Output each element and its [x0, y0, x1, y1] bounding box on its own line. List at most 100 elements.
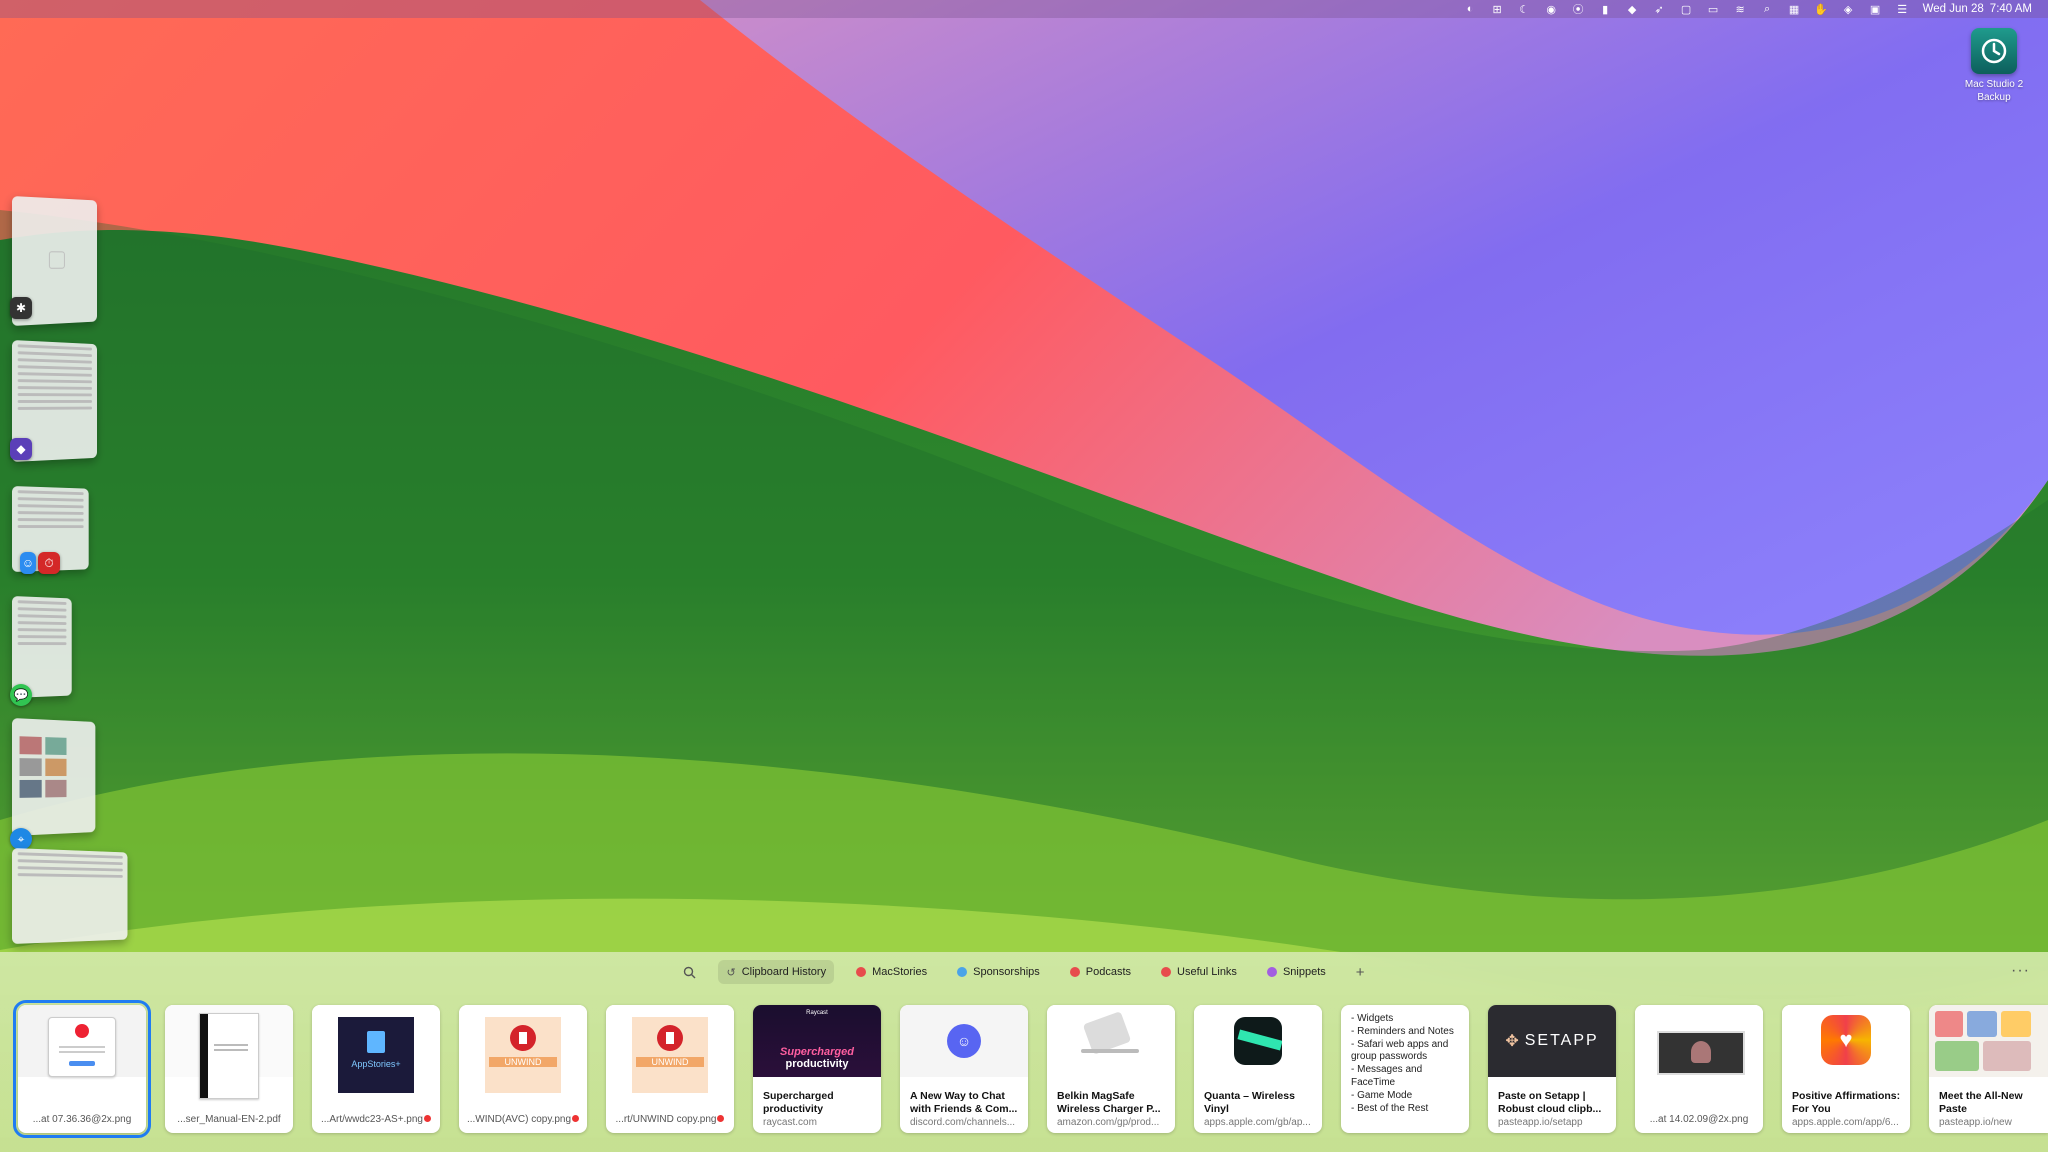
clip-card[interactable]: ✥ SETAPP Paste on Setapp | Robust cloud … [1488, 1005, 1616, 1133]
desktop-drive-icon[interactable]: Mac Studio 2 Backup [1955, 24, 2033, 104]
clip-text: - Widgets - Reminders and Notes - Safari… [1351, 1013, 1454, 1114]
more-options-button[interactable]: ··· [2011, 962, 2030, 980]
toggle-icon[interactable]: ▭ [1707, 3, 1720, 16]
pinboard-macstories[interactable]: MacStories [848, 960, 935, 984]
drive-label-line1: Mac Studio 2 [1964, 79, 2024, 90]
clip-url: pasteapp.io/setapp [1498, 1117, 1583, 1128]
menu-bar: ◐ ⊞ ☾ ◉ ⦿ ▮ ◆ ➶ ▢ ▭ ≋ ⌕ ▦ ✋ ◈ ▣ ☰ Wed Ju… [0, 0, 2048, 18]
clip-card[interactable]: ...ser_Manual-EN-2.pdf [165, 1005, 293, 1133]
clip-card[interactable]: ☺ A New Way to Chat with Friends & Com..… [900, 1005, 1028, 1133]
time-machine-icon [1971, 28, 2017, 74]
moon-icon[interactable]: ☾ [1518, 3, 1531, 16]
paste-search-button[interactable] [675, 960, 704, 984]
clip-card[interactable]: Raycast Supercharged productivity Superc… [753, 1005, 881, 1133]
add-pinboard-button[interactable]: + [1348, 960, 1373, 984]
clip-card[interactable]: ♥ Positive Affirmations: For You apps.ap… [1782, 1005, 1910, 1133]
quanta-icon [1234, 1017, 1282, 1065]
discord-icon: ☺ [947, 1024, 981, 1058]
clip-filename: ...ser_Manual-EN-2.pdf [177, 1114, 281, 1125]
clip-title: Meet the All-New Paste [1939, 1090, 2023, 1115]
clip-thumbnail [1635, 1005, 1763, 1077]
thumb-line2: productivity [785, 1058, 849, 1070]
pinboard-color-dot [957, 967, 968, 977]
app-icon-dark: ✱ [10, 297, 32, 319]
pinboard-snippets[interactable]: Snippets [1259, 960, 1334, 984]
clip-card[interactable]: ...at 14.02.09@2x.png [1635, 1005, 1763, 1133]
clip-title: Positive Affirmations: For You [1792, 1090, 1901, 1115]
search-icon [684, 966, 696, 978]
record-icon[interactable]: ⦿ [1572, 3, 1585, 16]
pinboard-useful-links[interactable]: Useful Links [1153, 960, 1245, 984]
setapp-logo-icon: ✥ [1505, 1033, 1519, 1050]
clip-thumbnail: UNWIND [606, 1005, 734, 1093]
pinboard-clipboard-history[interactable]: ↺ Clipboard History [718, 960, 835, 984]
clip-filename: ...at 07.36.36@2x.png [32, 1114, 132, 1125]
clip-card[interactable]: Quanta – Wireless Vinyl apps.apple.com/g… [1194, 1005, 1322, 1133]
history-icon: ↺ [726, 966, 736, 979]
clip-card[interactable]: - Widgets - Reminders and Notes - Safari… [1341, 1005, 1469, 1133]
panel-icon[interactable]: ▢ [1680, 3, 1693, 16]
clip-thumbnail: ☺ [900, 1005, 1028, 1077]
wifi-icon[interactable]: ≋ [1734, 3, 1747, 16]
desktop: ◐ ⊞ ☾ ◉ ⦿ ▮ ◆ ➶ ▢ ▭ ≋ ⌕ ▦ ✋ ◈ ▣ ☰ Wed Ju… [0, 0, 2048, 1152]
thumb-title: AppStories+ [351, 1059, 401, 1069]
clip-card[interactable]: ...at 07.36.36@2x.png [13, 1000, 151, 1138]
clip-filename: ...rt/UNWIND copy.png [606, 1114, 734, 1125]
clip-thumbnail [165, 1005, 293, 1099]
clip-thumbnail: ✥ SETAPP [1488, 1005, 1616, 1077]
pinboard-label: Useful Links [1177, 966, 1237, 978]
clip-title: Supercharged productivity [763, 1090, 834, 1115]
dropbox-icon[interactable]: ◆ [1626, 3, 1639, 16]
clip-url: pasteapp.io/new [1939, 1117, 2012, 1128]
display-icon[interactable]: ▣ [1869, 3, 1882, 16]
paste-icon[interactable]: ◐ [1464, 3, 1477, 15]
clip-filename: ...at 14.02.09@2x.png [1649, 1114, 1749, 1125]
finder-icon: ☺ [20, 552, 36, 574]
thumb-brand: Raycast [806, 1010, 828, 1016]
search-icon[interactable]: ⌕ [1761, 3, 1774, 15]
rocket-icon[interactable]: ➶ [1653, 3, 1666, 16]
stage-window-4[interactable] [12, 596, 72, 698]
stage-window-5[interactable] [12, 718, 96, 836]
layers-icon[interactable]: ◈ [1842, 3, 1855, 16]
drive-label-line2: Backup [1977, 92, 2011, 103]
control-center-icon[interactable]: ☰ [1896, 3, 1909, 16]
clip-card[interactable]: Belkin MagSafe Wireless Charger P... ama… [1047, 1005, 1175, 1133]
broadcast-icon[interactable]: ◉ [1545, 3, 1558, 16]
calendar-icon[interactable]: ▦ [1788, 3, 1801, 16]
hand-icon[interactable]: ✋ [1814, 3, 1828, 16]
menu-clock[interactable]: Wed Jun 28 7:40 AM [1923, 3, 2032, 15]
thumb-title: UNWIND [636, 1057, 704, 1067]
pinboard-label: Clipboard History [741, 966, 827, 978]
pinboard-podcasts[interactable]: Podcasts [1062, 960, 1139, 984]
thumb-line1: Supercharged [780, 1046, 854, 1058]
clip-filename: ...WIND(AVC) copy.png [459, 1114, 587, 1125]
clip-url: raycast.com [763, 1117, 817, 1128]
plus-icon: + [1355, 963, 1365, 981]
clip-card[interactable]: Meet the All-New Paste pasteapp.io/new [1929, 1005, 2048, 1133]
clip-card[interactable]: UNWIND ...rt/UNWIND copy.png [606, 1005, 734, 1133]
clip-title: Quanta – Wireless Vinyl [1204, 1090, 1295, 1115]
pinboard-label: Sponsorships [973, 966, 1040, 978]
pinboard-color-dot [1266, 967, 1277, 977]
timer-icon: ⏱ [38, 552, 60, 574]
clip-url: apps.apple.com/app/6... [1792, 1117, 1899, 1128]
obsidian-icon: ◆ [10, 438, 32, 460]
bookmark-icon[interactable]: ▮ [1599, 3, 1612, 16]
clip-card[interactable]: UNWIND ...WIND(AVC) copy.png [459, 1005, 587, 1133]
clip-title: A New Way to Chat with Friends & Com... [910, 1090, 1018, 1115]
clip-thumbnail [18, 1005, 146, 1077]
clip-thumbnail: Raycast Supercharged productivity [753, 1005, 881, 1077]
clock-time: 7:40 AM [1989, 3, 2032, 15]
safari-icon: ⌖ [10, 828, 32, 850]
clip-filename: ...Art/wwdc23-AS+.png [312, 1114, 440, 1125]
pinboard-sponsorships[interactable]: Sponsorships [949, 960, 1048, 984]
clip-thumbnail: AppStories+ [312, 1005, 440, 1093]
grid-icon[interactable]: ⊞ [1491, 3, 1504, 16]
clock-date: Wed Jun 28 [1922, 3, 1984, 15]
pinboard-label: Podcasts [1085, 966, 1132, 978]
affirmations-icon: ♥ [1821, 1015, 1871, 1065]
clip-card[interactable]: AppStories+ ...Art/wwdc23-AS+.png [312, 1005, 440, 1133]
pinboard-bar: ↺ Clipboard History MacStories Sponsorsh… [0, 960, 2048, 984]
stage-window-6[interactable] [12, 848, 128, 944]
